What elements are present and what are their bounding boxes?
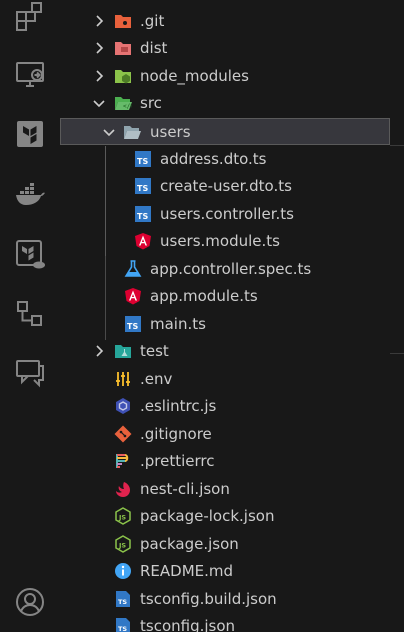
node-folder-icon <box>114 67 132 85</box>
tree-item-file[interactable]: .gitignore <box>58 421 404 448</box>
tree-item-test-folder[interactable]: test <box>58 338 404 365</box>
env-settings-icon <box>114 370 132 388</box>
tsconfig-icon: TS <box>114 617 132 632</box>
tree-item-label: tsconfig.json <box>140 617 236 632</box>
docker-icon[interactable] <box>14 178 46 210</box>
chevron-right-icon <box>92 14 106 28</box>
info-icon <box>114 562 132 580</box>
svg-text:TS: TS <box>127 322 138 331</box>
svg-text:TS: TS <box>137 184 148 193</box>
remote-explorer-icon[interactable] <box>14 58 46 90</box>
activity-bar <box>0 0 58 632</box>
tree-item-label: package.json <box>140 535 239 553</box>
chevron-down-icon <box>92 96 106 110</box>
typescript-icon: TS <box>134 150 152 168</box>
panel-edge-divider <box>390 145 404 146</box>
tree-item-file[interactable]: .env <box>58 366 404 393</box>
extensions-icon[interactable] <box>14 0 46 32</box>
nodejs-icon: JS <box>114 507 132 525</box>
terraform-cloud-icon[interactable] <box>14 238 46 270</box>
tree-item-file[interactable]: TS address.dto.ts <box>58 146 404 173</box>
tree-item-git-folder[interactable]: .git <box>58 8 404 35</box>
tree-item-file[interactable]: .prettierrc <box>58 448 404 475</box>
tree-item-label: .gitignore <box>140 425 212 443</box>
tree-item-label: users.controller.ts <box>160 205 294 223</box>
tree-item-src-folder[interactable]: </> src <box>58 90 404 117</box>
tree-item-file[interactable]: README.md <box>58 558 404 585</box>
svg-text:TS: TS <box>118 625 127 632</box>
tree-item-label: users <box>150 123 191 141</box>
git-folder-icon <box>114 12 132 30</box>
angular-icon <box>134 232 152 250</box>
terraform-icon[interactable] <box>14 118 46 150</box>
chevron-right-icon <box>92 41 106 55</box>
svg-text:TS: TS <box>137 157 148 166</box>
panel-edge-divider <box>390 353 404 354</box>
tree-item-file[interactable]: TS tsconfig.json <box>58 613 404 632</box>
svg-text:JS: JS <box>118 542 126 550</box>
nest-icon <box>114 480 132 498</box>
test-flask-icon <box>124 260 142 278</box>
dist-folder-icon <box>114 39 132 57</box>
chevron-down-icon <box>102 125 116 139</box>
tree-item-label: create-user.dto.ts <box>160 177 292 195</box>
tree-item-file[interactable]: TS create-user.dto.ts <box>58 173 404 200</box>
tree-item-file[interactable]: users.module.ts <box>58 228 404 255</box>
tree-item-label: app.controller.spec.ts <box>150 260 312 278</box>
svg-text:TS: TS <box>118 598 127 606</box>
tree-item-file[interactable]: .eslintrc.js <box>58 393 404 420</box>
tree-item-label: nest-cli.json <box>140 480 230 498</box>
tree-item-node-modules-folder[interactable]: node_modules <box>58 63 404 90</box>
git-icon <box>114 425 132 443</box>
chevron-right-icon <box>92 69 106 83</box>
tree-item-label: .env <box>140 370 173 388</box>
tree-item-label: .git <box>140 12 165 30</box>
tree-item-label: dist <box>140 39 168 57</box>
test-folder-icon <box>114 342 132 360</box>
prettier-icon <box>114 452 132 470</box>
tree-item-label: README.md <box>140 562 234 580</box>
tree-item-label: package-lock.json <box>140 507 275 525</box>
tree-item-label: users.module.ts <box>160 232 280 250</box>
eslint-icon <box>114 397 132 415</box>
tree-item-file[interactable]: app.module.ts <box>58 283 404 310</box>
source-tree-icon[interactable] <box>14 298 46 330</box>
typescript-icon: TS <box>134 205 152 223</box>
tree-item-label: test <box>140 342 169 360</box>
svg-text:</>: </> <box>123 103 132 110</box>
svg-text:TS: TS <box>137 212 148 221</box>
comments-icon[interactable] <box>14 356 46 388</box>
tree-item-file[interactable]: JS package-lock.json <box>58 503 404 530</box>
account-icon[interactable] <box>14 586 46 618</box>
svg-text:JS: JS <box>118 514 126 522</box>
explorer-tree: .git dist node_modules </> src users TS … <box>58 0 404 632</box>
tree-item-label: .eslintrc.js <box>140 397 217 415</box>
tree-item-dist-folder[interactable]: dist <box>58 35 404 62</box>
src-folder-open-icon: </> <box>114 94 134 112</box>
tree-item-file[interactable]: TS users.controller.ts <box>58 201 404 228</box>
tree-item-file[interactable]: app.controller.spec.ts <box>58 256 404 283</box>
nodejs-icon: JS <box>114 535 132 553</box>
tree-item-file[interactable]: JS package.json <box>58 531 404 558</box>
tree-item-label: address.dto.ts <box>160 150 267 168</box>
tree-item-label: main.ts <box>150 315 206 333</box>
tree-item-users-folder[interactable]: users <box>60 118 390 145</box>
folder-open-icon <box>123 123 141 141</box>
chevron-right-icon <box>92 344 106 358</box>
angular-icon <box>124 287 142 305</box>
tsconfig-icon: TS <box>114 590 132 608</box>
tree-item-file[interactable]: nest-cli.json <box>58 476 404 503</box>
tree-item-label: src <box>140 94 162 112</box>
tree-item-file[interactable]: TS main.ts <box>58 311 404 338</box>
tree-item-label: .prettierrc <box>140 452 215 470</box>
tree-item-file[interactable]: TS tsconfig.build.json <box>58 586 404 613</box>
tree-item-label: app.module.ts <box>150 287 258 305</box>
tree-item-label: tsconfig.build.json <box>140 590 277 608</box>
typescript-icon: TS <box>134 177 152 195</box>
tree-item-label: node_modules <box>140 67 249 85</box>
typescript-icon: TS <box>124 315 142 333</box>
